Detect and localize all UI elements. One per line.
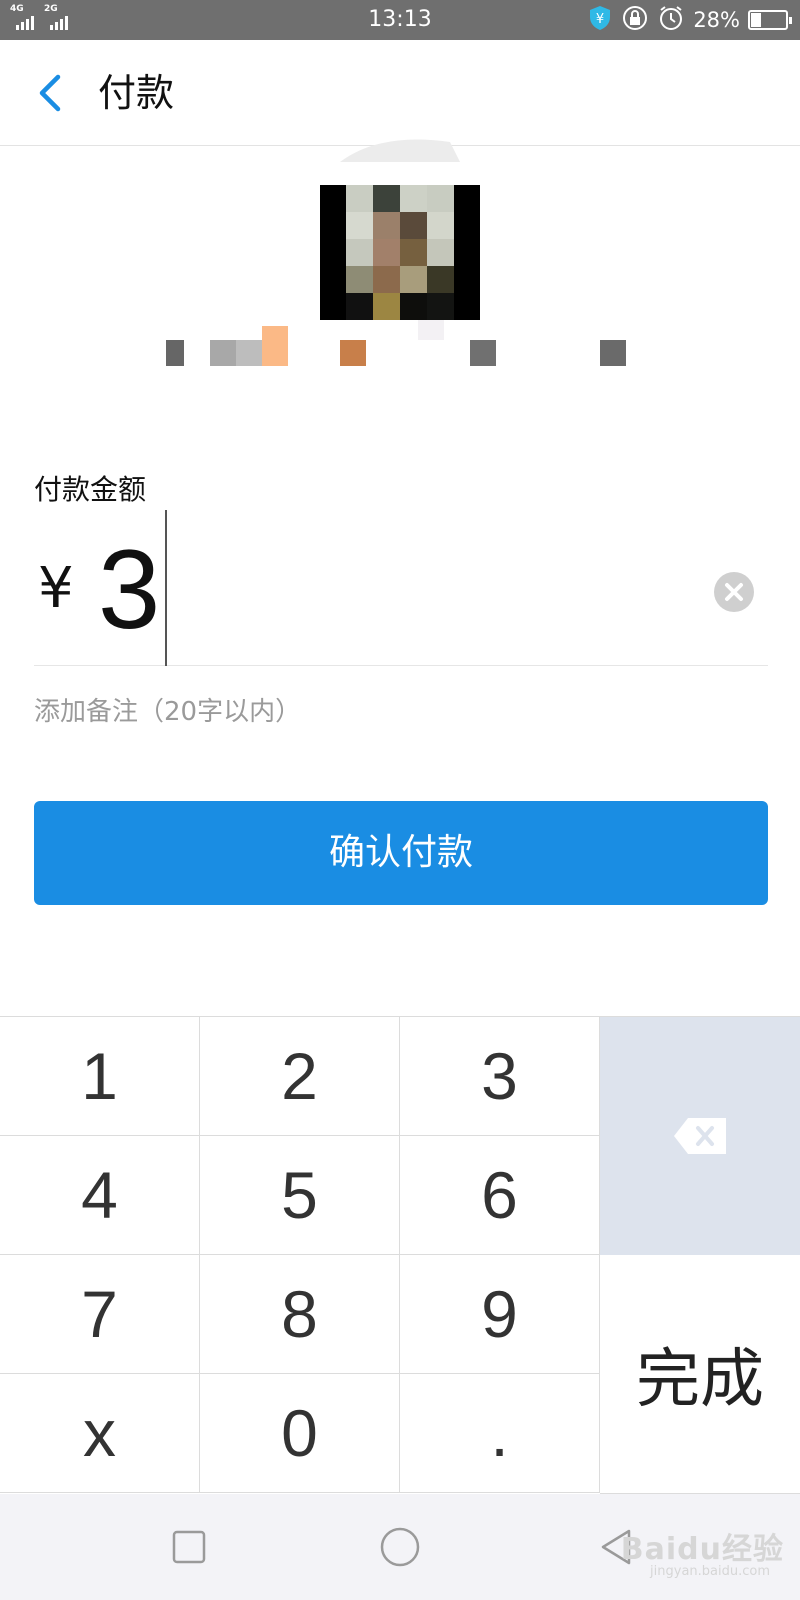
key-3[interactable]: 3 xyxy=(400,1017,600,1136)
battery-percent: 28% xyxy=(693,8,740,32)
key-1[interactable]: 1 xyxy=(0,1017,200,1136)
battery-fill xyxy=(751,13,761,27)
avatar xyxy=(320,185,480,320)
amount-label: 付款金额 xyxy=(34,473,147,506)
home-icon xyxy=(380,1527,420,1567)
nav-bar: 付款 xyxy=(0,40,800,146)
amount-value: 3 xyxy=(98,527,161,652)
battery-icon xyxy=(748,10,792,30)
status-bar: 4G 2G 13:13 ¥ 28% xyxy=(0,0,800,40)
text-caret xyxy=(165,510,167,666)
backspace-icon xyxy=(674,1118,726,1154)
key-6[interactable]: 6 xyxy=(400,1136,600,1255)
key-dot[interactable]: . xyxy=(400,1374,600,1493)
key-8[interactable]: 8 xyxy=(200,1255,400,1374)
watermark-text: Baidu经验 xyxy=(620,1532,784,1567)
payee-name xyxy=(166,320,626,366)
clear-icon xyxy=(725,583,743,601)
clear-button[interactable] xyxy=(714,572,754,612)
chevron-left-icon xyxy=(39,74,61,112)
payee-decoration xyxy=(340,139,460,162)
done-key[interactable]: 完成 xyxy=(600,1255,800,1494)
note-input[interactable] xyxy=(34,692,734,732)
svg-text:¥: ¥ xyxy=(596,12,604,27)
key-9[interactable]: 9 xyxy=(400,1255,600,1374)
recent-apps-button[interactable] xyxy=(164,1522,214,1572)
lock-rotation-icon xyxy=(621,4,649,36)
key-5[interactable]: 5 xyxy=(200,1136,400,1255)
recent-apps-icon xyxy=(172,1530,206,1564)
home-button[interactable] xyxy=(375,1522,425,1572)
key-7[interactable]: 7 xyxy=(0,1255,200,1374)
amount-input[interactable]: ¥ 3 xyxy=(34,510,768,666)
system-nav-bar: Baidu经验 jingyan.baidu.com xyxy=(0,1494,800,1600)
back-button[interactable] xyxy=(26,70,72,116)
key-2[interactable]: 2 xyxy=(200,1017,400,1136)
key-0[interactable]: 0 xyxy=(200,1374,400,1493)
confirm-payment-button[interactable]: 确认付款 xyxy=(34,801,768,905)
currency-symbol: ¥ xyxy=(38,556,74,621)
shield-yuan-icon: ¥ xyxy=(587,4,613,36)
watermark-subtext: jingyan.baidu.com xyxy=(650,1564,770,1579)
backspace-key[interactable] xyxy=(600,1017,800,1256)
key-x[interactable]: x xyxy=(0,1374,200,1493)
status-icons: ¥ 28% xyxy=(587,4,792,36)
key-4[interactable]: 4 xyxy=(0,1136,200,1255)
alarm-icon xyxy=(657,4,685,36)
page-title: 付款 xyxy=(98,71,175,115)
numeric-keypad: 1 2 3 4 5 6 7 8 9 完成 x 0 . xyxy=(0,1016,800,1494)
